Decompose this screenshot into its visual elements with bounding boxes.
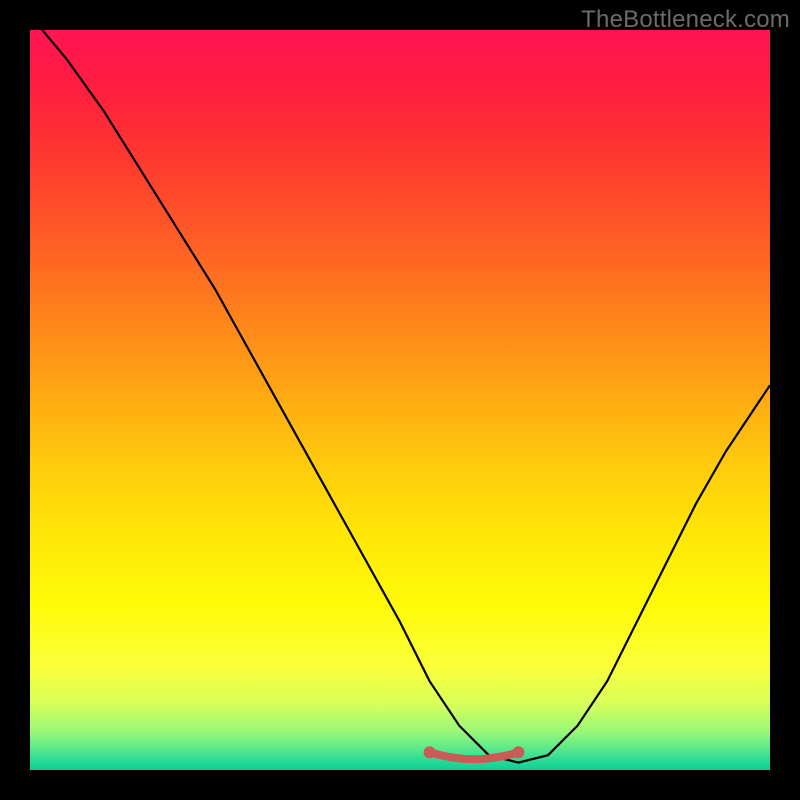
optimal-range-end-dot	[512, 746, 524, 758]
optimal-range-band	[430, 752, 519, 759]
bottleneck-curve	[30, 30, 770, 763]
chart-svg	[30, 30, 770, 770]
plot-area	[30, 30, 770, 770]
watermark-text: TheBottleneck.com	[581, 6, 790, 34]
optimal-range-start-dot	[424, 746, 436, 758]
